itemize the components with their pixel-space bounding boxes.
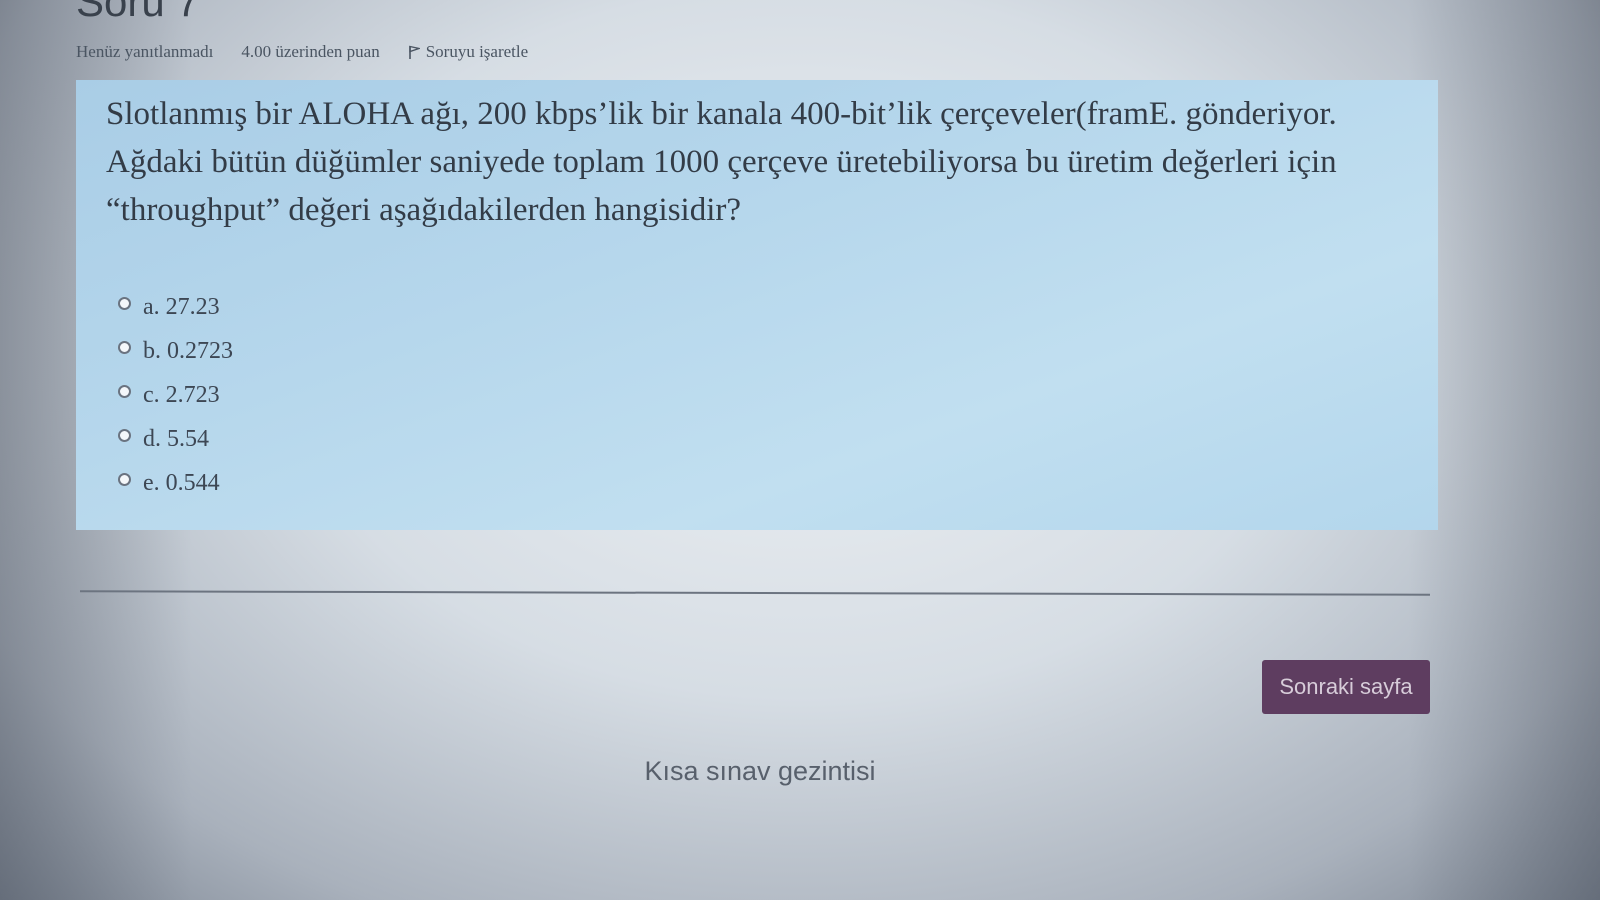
answer-label-b: b. 0.2723 (143, 337, 233, 364)
question-panel: Slotlanmış bir ALOHA ağı, 200 kbps’lik b… (76, 80, 1438, 530)
answer-option-c[interactable]: c. 2.723 (118, 373, 233, 417)
question-info-row: Henüz yanıtlanmadı 4.00 üzerinden puan S… (76, 42, 556, 62)
section-divider (79, 590, 1431, 596)
radio-button-c[interactable] (118, 384, 131, 398)
answer-option-e[interactable]: e. 0.544 (118, 461, 233, 505)
question-text: Slotlanmış bir ALOHA ağı, 200 kbps’lik b… (106, 96, 1337, 228)
answer-label-d: d. 5.54 (143, 425, 209, 452)
answer-option-b[interactable]: b. 0.2723 (118, 329, 233, 373)
radio-button-e[interactable] (118, 472, 131, 486)
answer-label-c: c. 2.723 (143, 381, 220, 408)
answer-label-e: e. 0.544 (143, 469, 220, 496)
flag-question-link[interactable]: Soruyu işaretle (408, 42, 528, 62)
answer-label-a: a. 27.23 (143, 293, 220, 320)
question-grade: 4.00 üzerinden puan (241, 42, 380, 61)
question-number-heading: Soru 7 (76, 0, 200, 25)
question-state: Henüz yanıtlanmadı (76, 42, 214, 61)
radio-button-a[interactable] (118, 296, 131, 310)
flag-icon (408, 45, 420, 59)
answer-option-a[interactable]: a. 27.23 (118, 285, 233, 329)
quiz-navigation-link[interactable]: Kısa sınav gezintisi (0, 756, 1520, 787)
radio-button-b[interactable] (118, 340, 131, 354)
flag-question-label: Soruyu işaretle (425, 42, 529, 61)
next-page-button[interactable]: Sonraki sayfa (1262, 660, 1430, 714)
answer-option-d[interactable]: d. 5.54 (118, 417, 233, 461)
radio-button-d[interactable] (118, 428, 131, 442)
answer-list: a. 27.23 b. 0.2723 c. 2.723 d. 5.54 e. 0… (118, 285, 233, 505)
